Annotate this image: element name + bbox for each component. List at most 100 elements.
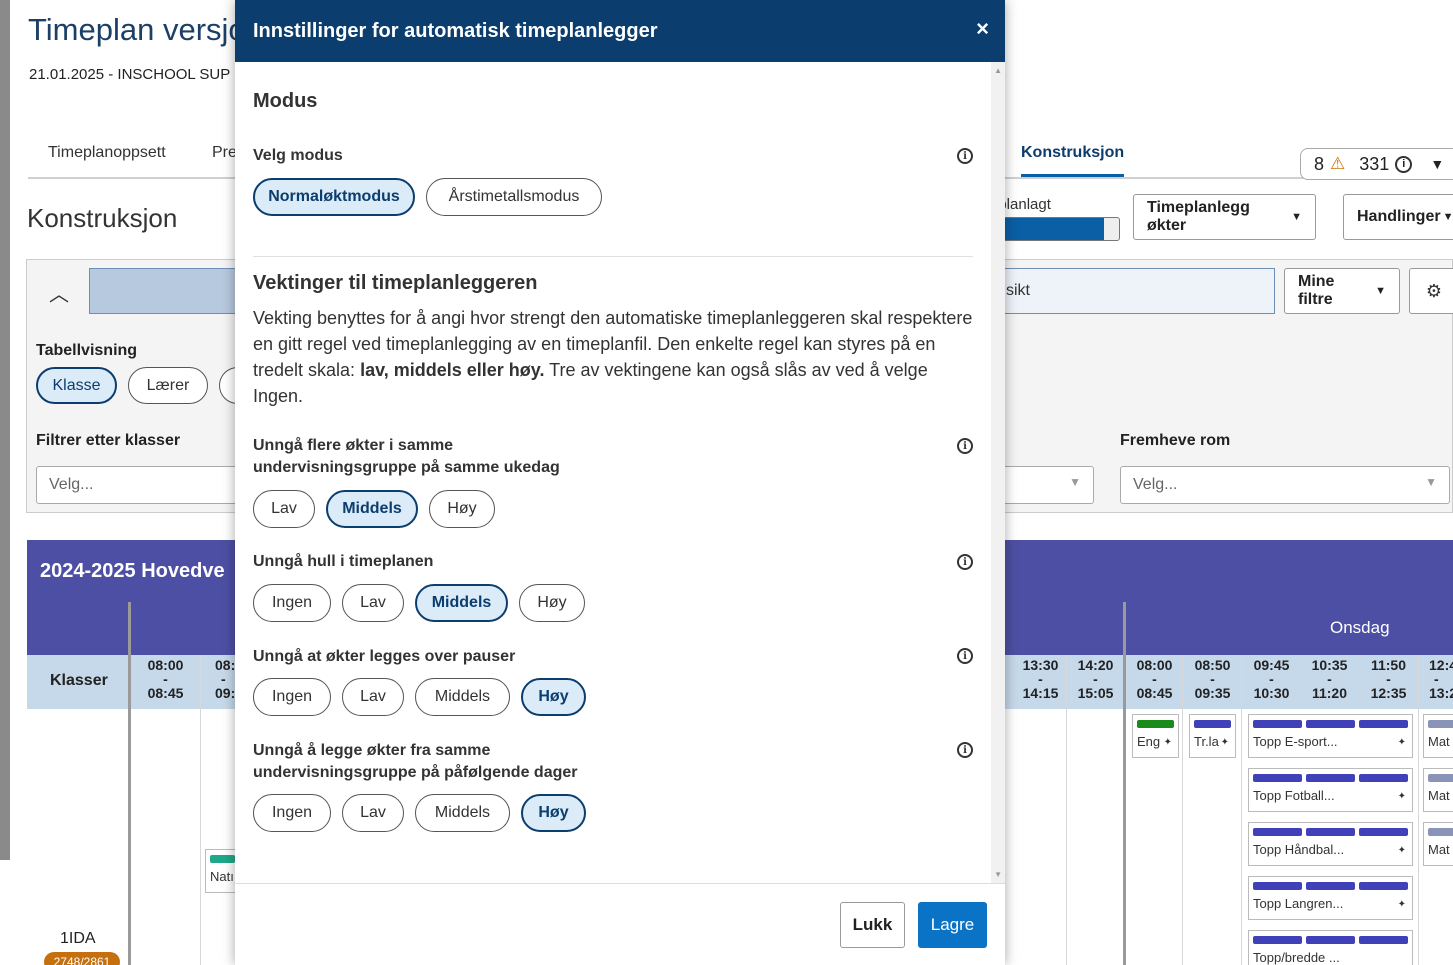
section-title: Konstruksjon [27,203,178,233]
my-filters-button[interactable]: Mine filtre ▼ [1284,268,1400,314]
pin-icon: ✦ [1397,791,1406,802]
info-icon: i [1395,155,1413,173]
scroll-up-icon[interactable]: ▲ [994,66,1002,75]
grid-line [1182,655,1183,965]
rule2-option-hoy[interactable]: Høy [519,584,585,622]
grid-line [200,655,201,965]
page-subtitle: 21.01.2025 - INSCHOOL SUP [29,66,231,83]
actions-button[interactable]: Handlinger ▼ [1343,194,1453,240]
close-icon[interactable]: × [976,16,989,42]
save-button[interactable]: Lagre [918,902,987,948]
filter-select-right[interactable]: ▼ [1000,466,1094,504]
lesson-card[interactable]: Eng ✦ [1132,714,1179,758]
tab-konstruksjon[interactable]: Konstruksjon [1021,144,1125,177]
modal-header: Innstillinger for automatisk timeplanleg… [235,0,1005,62]
rule-label-flere-okter: Unngå flere økter i samme undervisningsg… [253,437,560,476]
time-slot: 08:00-08:45 [1136,657,1173,701]
lesson-card[interactable]: Topp Fotball... ✦ [1248,768,1413,812]
rule4-option-ingen[interactable]: Ingen [253,794,331,832]
rule4-option-middels[interactable]: Middels [415,794,510,832]
modus-heading: Modus [253,90,318,112]
lesson-card[interactable]: Topp Langren... ✦ [1248,876,1413,920]
info-icon[interactable]: i [957,438,973,454]
tabellvisning-label: Tabellvisning [36,342,138,359]
day-label-onsdag: Onsdag [1330,618,1390,637]
time-slot: 08:50-09:35 [1194,657,1231,701]
caret-down-icon: ▼ [1291,211,1302,223]
info-icon[interactable]: i [957,148,973,164]
lesson-card[interactable]: Mat [1423,768,1453,812]
info-icon[interactable]: i [957,742,973,758]
pin-icon: ✦ [1397,899,1406,910]
info-icon[interactable]: i [957,648,973,664]
issue-counts[interactable]: 8 ⚠ 331 i ▼ [1300,148,1453,180]
rule3-option-ingen[interactable]: Ingen [253,678,331,716]
progress-bar [990,217,1120,241]
view-laerer-pill[interactable]: Lærer [128,367,208,404]
grid-line [1241,655,1242,965]
rule2-option-ingen[interactable]: Ingen [253,584,331,622]
info-count: 331 [1359,153,1390,174]
progress-fill [991,218,1104,240]
rule3-option-lav[interactable]: Lav [342,678,404,716]
tab-pre[interactable]: Pre [212,144,237,162]
rule-label-hull: Unngå hull i timeplanen [253,553,434,570]
grid-divider [128,602,131,965]
pin-icon: ✦ [1397,737,1406,748]
warning-count: 8 [1314,153,1325,174]
lesson-card[interactable]: Topp Håndbal... ✦ [1248,822,1413,866]
modus-normal-pill[interactable]: Normaløktmodus [253,178,415,216]
row-label-1ida: 1IDA [60,930,96,947]
info-icon[interactable]: i [957,554,973,570]
schedule-sessions-button[interactable]: Timeplanlegg økter ▼ [1133,194,1316,240]
view-klasse-pill[interactable]: Klasse [36,367,117,404]
rule2-option-middels[interactable]: Middels [415,584,508,622]
pin-icon: ✦ [1220,737,1229,748]
pin-icon: ✦ [1163,737,1172,748]
time-slot: 14:20-15:05 [1077,657,1114,701]
grid-line [1066,655,1067,965]
fremheve-rom-select[interactable]: Velg... ▼ [1120,466,1450,504]
modal-title: Innstillinger for automatisk timeplanleg… [253,20,658,42]
lesson-card[interactable]: Topp/bredde ... [1248,930,1413,965]
time-slot: 13:30-14:15 [1022,657,1059,701]
chevron-up-icon[interactable]: ︿ [49,278,69,307]
rule1-option-lav[interactable]: Lav [253,490,315,528]
lesson-card[interactable]: Mat [1423,822,1453,866]
modal-body: Modus Velg modus i Normaløktmodus Årstim… [235,62,1005,883]
filter-klasser-select[interactable]: Velg... [36,466,239,504]
rule3-option-middels[interactable]: Middels [415,678,510,716]
scroll-down-icon[interactable]: ▼ [994,870,1002,879]
grid-divider [1123,602,1126,965]
filter-klasser-label: Filtrer etter klasser [36,432,181,449]
rule1-option-hoy[interactable]: Høy [429,490,495,528]
page-title: Timeplan versjo [28,12,246,47]
left-strip [0,0,10,860]
rule4-option-hoy[interactable]: Høy [521,794,586,832]
modal-footer: Lukk Lagre [235,883,1005,965]
row-badge: 2748/2861 [44,952,120,965]
lesson-card[interactable]: Topp E-sport... ✦ [1248,714,1413,758]
time-slot: 08: -09: [215,657,236,701]
time-slot: 08:00-08:45 [147,657,184,701]
close-button[interactable]: Lukk [840,902,905,948]
rule3-option-hoy[interactable]: Høy [521,678,586,716]
caret-down-icon: ▼ [1442,211,1453,223]
fremheve-rom-label: Fremheve rom [1120,432,1231,449]
velg-modus-label: Velg modus [253,147,343,164]
rule2-option-lav[interactable]: Lav [342,584,404,622]
search-bar-right[interactable]: sikt [1000,268,1275,314]
lesson-card[interactable]: Mat [1423,714,1453,758]
modal-scrollbar[interactable] [991,62,1005,883]
lesson-card[interactable]: Tr.la ✦ [1189,714,1236,758]
vektinger-description: Vekting benyttes for å angi hvor strengt… [253,308,973,406]
settings-button[interactable]: ⚙ [1409,268,1453,314]
tab-timeplanoppsett[interactable]: Timeplanoppsett [48,144,166,162]
search-bar-left[interactable] [89,268,239,314]
rule4-option-lav[interactable]: Lav [342,794,404,832]
pin-icon: ✦ [1397,845,1406,856]
caret-down-icon: ▼ [1375,285,1386,297]
modus-arstimetall-pill[interactable]: Årstimetallsmodus [426,178,602,216]
settings-modal: Innstillinger for automatisk timeplanleg… [235,0,1005,965]
rule1-option-middels[interactable]: Middels [326,490,418,528]
